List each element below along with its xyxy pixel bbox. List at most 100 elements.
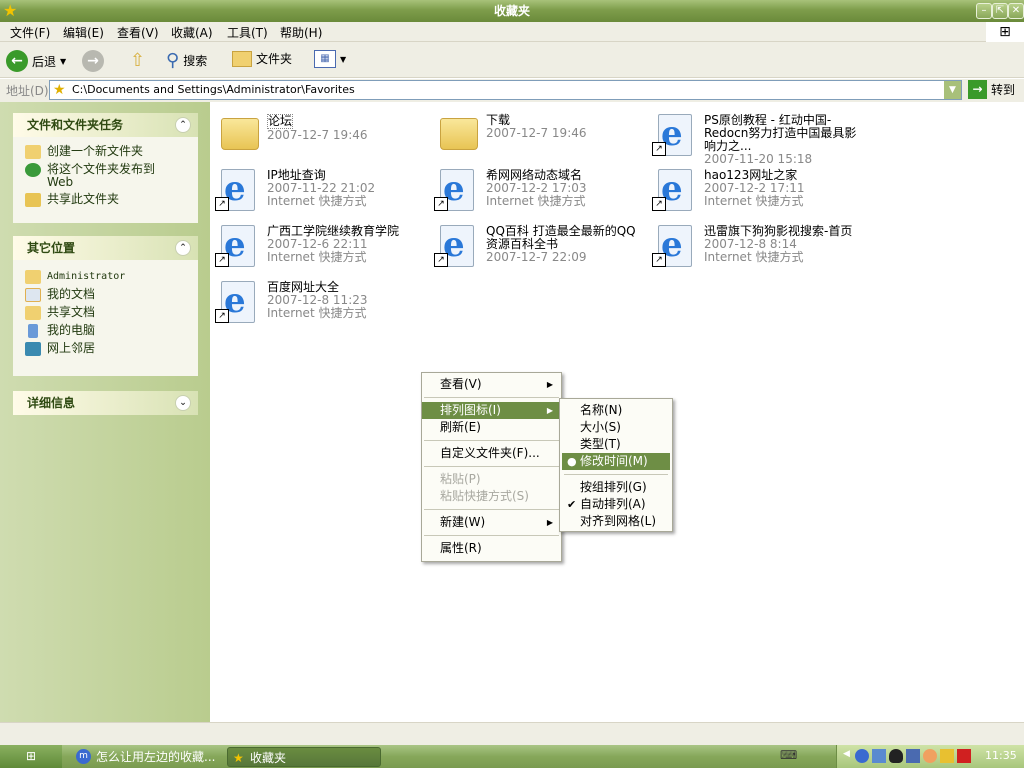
submenu-arrow-icon: ▶ [546, 406, 553, 415]
network-icon [25, 342, 41, 356]
clock[interactable]: 11:35 [985, 749, 1017, 762]
keyboard-icon[interactable]: ⌨ [780, 748, 797, 762]
place-network[interactable]: 网上邻居 [13, 340, 198, 358]
collapse-icon[interactable]: ⌃ [175, 117, 191, 133]
item-type: Internet 快捷方式 [704, 194, 804, 208]
place-my-computer[interactable]: 我的电脑 [13, 322, 198, 340]
back-arrow-icon: ← [6, 50, 28, 72]
submenu-arrow-icon: ▶ [546, 380, 553, 389]
task-label: 收藏夹 [250, 751, 287, 765]
menu-item-sort-modified[interactable]: ● 修改时间(M) [562, 453, 670, 470]
item-type: Internet 快捷方式 [267, 194, 367, 208]
shortcut-item[interactable]: ↗ 迅雷旗下狗狗影视搜索-首页2007-12-8 8:14Internet 快捷方… [650, 221, 865, 275]
panel-header[interactable]: 详细信息 ⌄ [13, 391, 198, 415]
task-new-folder[interactable]: 创建一个新文件夹 [13, 143, 198, 161]
collapse-icon[interactable]: ⌃ [175, 240, 191, 256]
display-tray-icon[interactable] [906, 749, 920, 763]
shortcut-item[interactable]: ↗ QQ百科 打造最全最新的QQ资源百科全书2007-12-7 22:09 [432, 221, 647, 275]
panel-header[interactable]: 其它位置 ⌃ [13, 236, 198, 260]
minimize-button[interactable]: – [976, 3, 992, 19]
shortcut-item[interactable]: ↗ PS原创教程 - 红动中国-Redocn努力打造中国最具影响力之...2007… [650, 110, 865, 166]
panel-title: 其它位置 [27, 241, 76, 255]
shortcut-item[interactable]: ↗ 希网网络动态域名2007-12-2 17:03Internet 快捷方式 [432, 165, 647, 219]
start-button[interactable]: ⊞ [0, 745, 62, 768]
menu-item-sort-size[interactable]: 大小(S) [562, 419, 670, 436]
warning-tray-icon[interactable] [940, 749, 954, 763]
menu-item-new[interactable]: 新建(W) ▶ [422, 514, 561, 531]
menu-help[interactable]: 帮助(H) [280, 24, 322, 41]
search-button[interactable]: ⚲ 搜索 [166, 50, 207, 71]
views-icon: ▦ [314, 50, 336, 68]
qq-tray-icon[interactable] [889, 749, 903, 763]
show-hidden-icons-button[interactable]: ◀ [843, 749, 850, 759]
shortcut-item[interactable]: ↗ IP地址查询2007-11-22 21:02Internet 快捷方式 [213, 165, 428, 219]
item-text: 下载 2007-12-7 19:46 [482, 110, 642, 164]
forward-button[interactable]: → [82, 50, 104, 72]
globe-icon [25, 163, 41, 177]
restore-button[interactable]: ⇱ [992, 3, 1008, 19]
menu-item-refresh[interactable]: 刷新(E) [422, 419, 561, 436]
folder-item[interactable]: 下载 2007-12-7 19:46 [432, 110, 647, 164]
menu-label: 粘贴(P) [440, 472, 481, 486]
panel-header[interactable]: 文件和文件夹任务 ⌃ [13, 113, 198, 137]
menu-item-sort-name[interactable]: 名称(N) [562, 402, 670, 419]
avatar-tray-icon[interactable] [923, 749, 937, 763]
menu-edit[interactable]: 编辑(E) [63, 24, 104, 41]
place-administrator[interactable]: Administrator [13, 268, 198, 286]
menu-item-align-to-grid[interactable]: 对齐到网格(L) [562, 513, 670, 530]
shortcut-item[interactable]: ↗ 百度网址大全2007-12-8 11:23Internet 快捷方式 [213, 277, 428, 331]
close-button[interactable]: ✕ [1008, 3, 1024, 19]
up-folder-button[interactable]: ⇧ [130, 50, 145, 71]
up-folder-icon: ⇧ [130, 50, 146, 71]
dropdown-arrow-icon: ▼ [340, 54, 347, 64]
address-input[interactable]: ★ C:\Documents and Settings\Administrato… [49, 80, 962, 100]
search-label: 搜索 [183, 54, 208, 68]
place-my-documents[interactable]: 我的文档 [13, 286, 198, 304]
item-icon: ↗ [213, 221, 263, 269]
menu-item-customize-folder[interactable]: 自定义文件夹(F)... [422, 445, 561, 462]
task-publish-web[interactable]: 将这个文件夹发布到 Web [13, 161, 198, 191]
dropdown-arrow-icon: ▼ [60, 56, 67, 66]
task-label: 创建一个新文件夹 [47, 144, 144, 158]
go-button[interactable]: → 转到 [968, 80, 1015, 99]
menu-item-auto-arrange[interactable]: ✔ 自动排列(A) [562, 496, 670, 513]
menu-item-show-in-groups[interactable]: 按组排列(G) [562, 479, 670, 496]
address-dropdown-button[interactable]: ▼ [944, 81, 961, 99]
new-folder-icon [25, 145, 41, 159]
task-label: 将这个文件夹发布到 Web [47, 162, 156, 189]
menu-item-properties[interactable]: 属性(R) [422, 540, 561, 557]
shortcut-item[interactable]: ↗ hao123网址之家2007-12-2 17:11Internet 快捷方式 [650, 165, 865, 219]
menu-item-view[interactable]: 查看(V) ▶ [422, 376, 561, 393]
maxthon-tray-icon[interactable] [855, 749, 869, 763]
taskbar-button-browser[interactable]: m 怎么让用左边的收藏... [74, 747, 222, 767]
folders-button[interactable]: 文件夹 [232, 50, 292, 67]
item-name: QQ百科 打造最全最新的QQ资源百科全书 [486, 224, 636, 251]
place-shared-documents[interactable]: 共享文档 [13, 304, 198, 322]
task-share-folder[interactable]: 共享此文件夹 [13, 191, 198, 209]
menu-view[interactable]: 查看(V) [117, 24, 159, 41]
item-name: PS原创教程 - 红动中国-Redocn努力打造中国最具影响力之... [704, 113, 857, 153]
menu-item-arrange-icons[interactable]: 排列图标(I) ▶ [422, 402, 561, 419]
item-date: 2007-12-7 19:46 [267, 128, 368, 142]
item-text: IP地址查询 2007-11-22 21:02 Internet 快捷方式 [263, 165, 423, 219]
menu-label: 大小(S) [580, 420, 621, 434]
share-folder-icon [25, 193, 41, 207]
panel-title: 详细信息 [27, 396, 76, 410]
views-button[interactable]: ▦ ▼ [314, 50, 346, 68]
network-tray-icon[interactable] [872, 749, 886, 763]
task-pane: 文件和文件夹任务 ⌃ 创建一个新文件夹 将这个文件夹发布到 Web 共享此文件夹 … [0, 102, 210, 722]
item-type: Internet 快捷方式 [267, 306, 367, 320]
item-icon: ↗ [650, 110, 700, 158]
shortcut-item[interactable]: ↗ 广西工学院继续教育学院2007-12-6 22:11Internet 快捷方式 [213, 221, 428, 275]
menu-file[interactable]: 文件(F) [10, 24, 50, 41]
taskbar-button-favorites[interactable]: ★ 收藏夹 [227, 747, 381, 767]
menu-item-sort-type[interactable]: 类型(T) [562, 436, 670, 453]
antivirus-tray-icon[interactable] [957, 749, 971, 763]
menu-item-paste: 粘贴(P) [422, 471, 561, 488]
menu-tools[interactable]: 工具(T) [227, 24, 268, 41]
menu-favorites[interactable]: 收藏(A) [171, 24, 213, 41]
expand-icon[interactable]: ⌄ [175, 395, 191, 411]
back-button[interactable]: ← 后退 ▼ [6, 50, 66, 72]
folder-item[interactable]: 论坛 2007-12-7 19:46 [213, 110, 428, 164]
item-icon: ↗ [650, 165, 700, 213]
